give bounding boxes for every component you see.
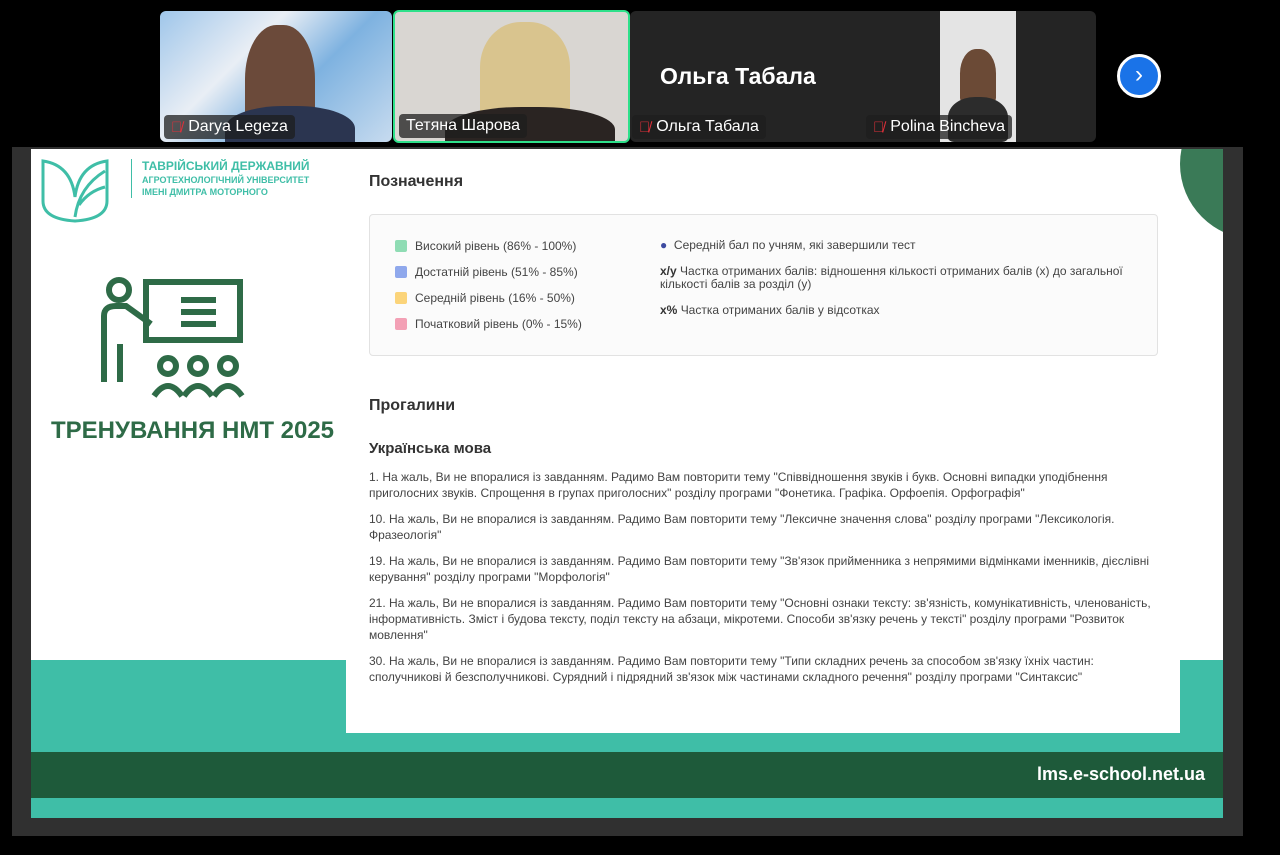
swatch — [395, 266, 407, 278]
avatar-head — [960, 49, 996, 103]
note-xy: x/y Частка отриманих балів: відношення к… — [660, 265, 1130, 291]
legend-box: Високий рівень (86% - 100%) Достатній рі… — [369, 214, 1158, 356]
participant-name: Darya Legeza — [188, 118, 288, 135]
university-name: ТАВРІЙСЬКИЙ ДЕРЖАВНИЙ АГРОТЕХНОЛОГІЧНИЙ … — [131, 159, 310, 198]
training-title: ТРЕНУВАННЯ НМТ 2025 — [51, 417, 335, 444]
name-tag: 🎙̸ Polina Bincheva — [866, 115, 1012, 139]
logo-line: АГРОТЕХНОЛОГІЧНИЙ УНІВЕРСИТЕТ — [142, 175, 310, 185]
legend-item-initial: Початковий рівень (0% - 15%) — [395, 317, 582, 331]
legend-label: Високий рівень (86% - 100%) — [415, 239, 577, 253]
teacher-icon — [101, 277, 245, 398]
participant-display-name: Ольга Табала — [660, 63, 816, 89]
legend-label: Середній рівень (16% - 50%) — [415, 291, 575, 305]
note-key: x% — [660, 303, 678, 317]
presentation-slide: lms.e-school.net.ua ТАВРІЙСЬКИЙ ДЕРЖАВНИ… — [31, 149, 1223, 818]
recommendation: 30. На жаль, Ви не впоралися із завдання… — [369, 654, 1094, 684]
video-tile-tetyana[interactable]: Тетяна Шарова — [393, 10, 630, 143]
note-text: Частка отриманих балів: відношення кільк… — [660, 264, 1123, 291]
legend-title: Позначення — [369, 173, 464, 190]
logo-line: ТАВРІЙСЬКИЙ ДЕРЖАВНИЙ — [142, 159, 310, 173]
footer-band: lms.e-school.net.ua — [31, 752, 1223, 798]
participant-name: Тетяна Шарова — [406, 117, 520, 134]
legend-item-sufficient: Достатній рівень (51% - 85%) — [395, 265, 578, 279]
note-text: Середній бал по учням, які завершили тес… — [673, 238, 916, 252]
recommendations-list: 1. На жаль, Ви не впоралися із завданням… — [369, 469, 1159, 695]
recommendation: 19. На жаль, Ви не впоралися із завдання… — [369, 554, 1150, 584]
participant-name: Ольга Табала — [656, 118, 759, 135]
swatch — [395, 240, 407, 252]
video-tile-group[interactable]: Ольга Табала 🎙̸ Ольга Табала 🎙̸ Polina Bin… — [630, 11, 1096, 142]
recommendation: 10. На жаль, Ви не впоралися із завдання… — [369, 512, 1115, 542]
swatch — [395, 292, 407, 304]
subject-title: Українська мова — [369, 440, 492, 457]
mic-muted-icon: 🎙̸ — [873, 118, 885, 136]
swatch — [395, 318, 407, 330]
legend-label: Достатній рівень (51% - 85%) — [415, 265, 578, 279]
logo-line: ІМЕНІ ДМИТРА МОТОРНОГО — [142, 187, 268, 197]
note-average: ● Середній бал по учням, які завершили т… — [660, 239, 1130, 252]
decorative-circle — [1180, 149, 1223, 239]
legend-label: Початковий рівень (0% - 15%) — [415, 317, 582, 331]
next-page-button[interactable]: › — [1117, 54, 1161, 98]
dot-icon: ● — [660, 238, 668, 252]
note-key: x/y — [660, 264, 677, 278]
gaps-title: Прогалини — [369, 397, 456, 414]
university-logo-icon — [41, 159, 109, 223]
note-text: Частка отриманих балів у відсотках — [680, 303, 880, 317]
report-card: Позначення Високий рівень (86% - 100%) Д… — [346, 149, 1180, 733]
name-tag: Тетяна Шарова — [399, 114, 527, 138]
legend-item-high: Високий рівень (86% - 100%) — [395, 239, 576, 253]
mic-muted-icon: 🎙̸ — [171, 118, 183, 136]
note-percent: x% Частка отриманих балів у відсотках — [660, 304, 1130, 317]
video-tile-darya[interactable]: 🎙̸ Darya Legeza — [160, 11, 392, 142]
footer-url: lms.e-school.net.ua — [1036, 764, 1205, 784]
recommendation: 21. На жаль, Ви не впоралися із завдання… — [369, 596, 1151, 642]
name-tag: 🎙̸ Darya Legeza — [164, 115, 295, 139]
participant-name: Polina Bincheva — [890, 118, 1005, 135]
recommendation: 1. На жаль, Ви не впоралися із завданням… — [369, 470, 1108, 500]
legend-item-medium: Середній рівень (16% - 50%) — [395, 291, 575, 305]
mic-muted-icon: 🎙̸ — [639, 118, 651, 136]
name-tag: 🎙̸ Ольга Табала — [632, 115, 766, 139]
